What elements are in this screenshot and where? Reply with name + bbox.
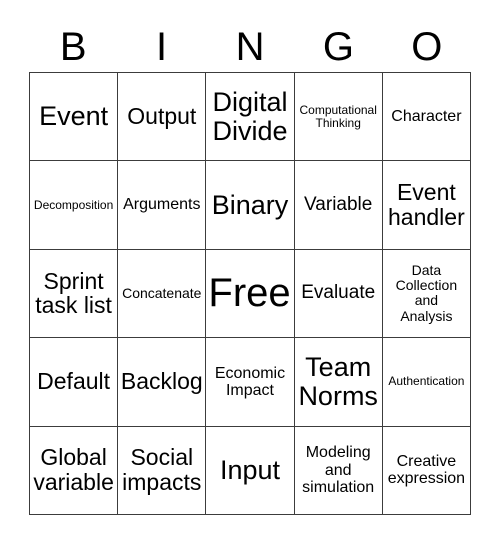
- bingo-cell-label: Binary: [211, 189, 289, 220]
- bingo-cell-label: Character: [391, 108, 462, 126]
- bingo-cell-label: Backlog: [120, 368, 203, 395]
- bingo-cell-label: Arguments: [123, 196, 201, 214]
- bingo-cell-label: Event handler: [388, 179, 465, 231]
- bingo-header-letter-n: N: [235, 25, 265, 69]
- bingo-cell-r3c2[interactable]: Concatenate: [118, 249, 207, 339]
- bingo-cell-r3c5[interactable]: Data Collection and Analysis: [382, 249, 471, 339]
- bingo-cell-label: Data Collection and Analysis: [395, 262, 458, 324]
- bingo-cell-label: Input: [219, 454, 281, 485]
- bingo-cell-label: Computational Thinking: [299, 102, 377, 130]
- bingo-cell-r4c4[interactable]: Team Norms: [294, 338, 383, 427]
- bingo-cell-r3c4[interactable]: Evaluate: [294, 249, 383, 339]
- bingo-cell-r5c1[interactable]: Global variable: [30, 426, 119, 515]
- bingo-card: B I N G O Event Output Digital Divide Compu…: [0, 0, 500, 544]
- bingo-cell-label: Evaluate: [301, 282, 376, 304]
- bingo-cell-label: Team Norms: [298, 351, 378, 411]
- bingo-cell-label: Economic Impact: [214, 364, 286, 399]
- bingo-header-letter-b: B: [59, 25, 87, 69]
- bingo-cell-r5c2[interactable]: Social impacts: [118, 426, 207, 515]
- bingo-cell-r2c4[interactable]: Variable: [294, 161, 383, 250]
- bingo-cell-label: Modeling and simulation: [302, 444, 375, 496]
- bingo-cell-r3c3[interactable]: Free!: [206, 249, 295, 339]
- bingo-cell-r1c3[interactable]: Digital Divide: [206, 73, 295, 162]
- bingo-header-letter-g: G: [322, 25, 354, 69]
- bingo-cell-r4c2[interactable]: Backlog: [118, 338, 207, 427]
- bingo-cell-label: Free!: [208, 270, 295, 315]
- bingo-cell-r1c4[interactable]: Computational Thinking: [294, 73, 383, 162]
- bingo-cell-r1c5[interactable]: Character: [382, 73, 471, 162]
- bingo-header-letter-i: I: [156, 25, 168, 69]
- bingo-cell-label: Sprint task list: [35, 267, 112, 319]
- bingo-cell-label: Concatenate: [122, 284, 202, 301]
- bingo-header-letter-o: O: [411, 25, 443, 69]
- bingo-cell-label: Creative expression: [387, 453, 466, 488]
- bingo-cell-r1c2[interactable]: Output: [118, 73, 207, 162]
- bingo-cell-label: Variable: [304, 193, 373, 215]
- bingo-cell-r4c3[interactable]: Economic Impact: [206, 338, 295, 427]
- bingo-cell-r1c1[interactable]: Event: [30, 73, 119, 162]
- bingo-cell-r2c3[interactable]: Binary: [206, 161, 295, 250]
- bingo-cell-r4c1[interactable]: Default: [30, 338, 119, 427]
- bingo-grid: Event Output Digital Divide Computational T…: [29, 72, 471, 515]
- bingo-cell-r4c5[interactable]: Authentication: [382, 338, 471, 427]
- bingo-cell-r2c1[interactable]: Decomposition: [30, 161, 119, 250]
- bingo-cell-label: Output: [127, 103, 197, 130]
- bingo-cell-label: Event: [39, 101, 109, 132]
- bingo-cell-label: Default: [37, 368, 111, 395]
- bingo-cell-r3c1[interactable]: Sprint task list: [30, 249, 119, 339]
- bingo-cell-label: Authentication: [388, 374, 465, 389]
- bingo-header-row: B I N G O: [29, 22, 471, 72]
- bingo-cell-r5c3[interactable]: Input: [206, 426, 295, 515]
- bingo-cell-r5c4[interactable]: Modeling and simulation: [294, 426, 383, 515]
- bingo-cell-r2c2[interactable]: Arguments: [118, 161, 207, 250]
- bingo-cell-r5c5[interactable]: Creative expression: [382, 426, 471, 515]
- bingo-cell-label: Global variable: [33, 444, 114, 496]
- bingo-cell-label: Digital Divide: [212, 86, 288, 146]
- bingo-cell-r2c5[interactable]: Event handler: [382, 161, 471, 250]
- bingo-cell-label: Social impacts: [122, 444, 202, 496]
- bingo-cell-label: Decomposition: [33, 197, 114, 212]
